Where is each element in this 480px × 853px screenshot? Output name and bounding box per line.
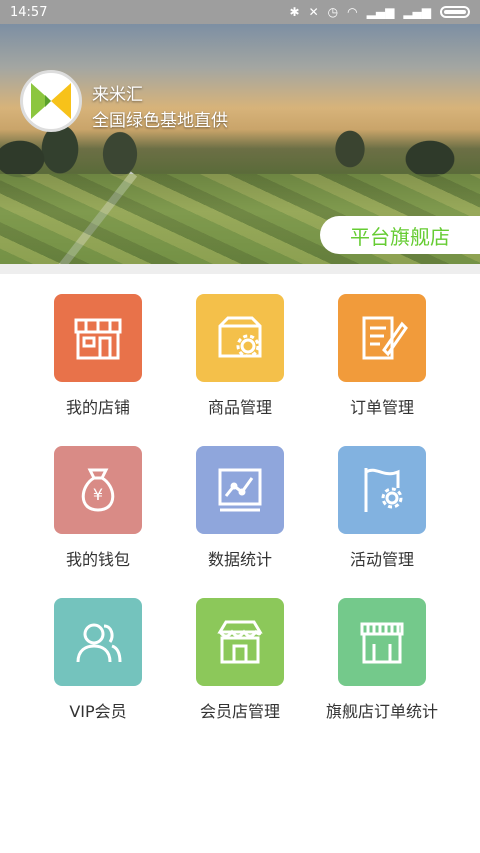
bluetooth-icon: ✱ <box>289 5 300 19</box>
menu-item-member-store-management[interactable]: 会员店管理 <box>165 598 315 722</box>
menu-item-label: 商品管理 <box>207 398 272 417</box>
brand-name: 来米汇 <box>92 85 143 105</box>
status-time: 14:57 <box>10 4 48 20</box>
alarm-icon: ◷ <box>327 5 339 19</box>
wifi-icon: ◠ <box>347 5 358 19</box>
product-settings-icon <box>196 294 284 382</box>
storefront-icon <box>54 294 142 382</box>
section-divider <box>0 264 480 274</box>
money-bag-icon: ¥ <box>54 446 142 534</box>
status-icons: ✱ ✕ ◷ ◠ ▂▄▆ ▂▄▆ <box>290 5 470 19</box>
menu-item-flagship-order-statistics[interactable]: 旗舰店订单统计 <box>307 598 457 722</box>
battery-icon <box>440 6 470 18</box>
menu-item-label: 数据统计 <box>207 550 272 569</box>
line-chart-icon <box>196 446 284 534</box>
brand-logo-icon <box>31 83 71 119</box>
brand-logo[interactable] <box>20 70 82 132</box>
menu-item-data-statistics[interactable]: 数据统计 <box>165 446 315 570</box>
menu-item-label: VIP会员 <box>69 702 127 721</box>
menu-item-label: 我的钱包 <box>65 550 130 569</box>
menu-item-vip-member[interactable]: VIP会员 <box>23 598 173 722</box>
menu-item-label: 旗舰店订单统计 <box>325 702 438 721</box>
mute-icon: ✕ <box>308 5 319 19</box>
menu-item-activity-management[interactable]: 活动管理 <box>307 446 457 570</box>
menu-item-label: 会员店管理 <box>199 702 280 721</box>
header-banner: 来米汇 全国绿色基地直供 平台旗舰店 <box>0 24 480 264</box>
signal-icon: ▂▄▆ <box>366 5 395 19</box>
banner-landscape <box>0 119 480 179</box>
menu-item-label: 活动管理 <box>349 550 414 569</box>
shop-awning-icon <box>338 598 426 686</box>
member-store-icon <box>196 598 284 686</box>
menu-item-label: 订单管理 <box>349 398 414 417</box>
flag-gear-icon <box>338 446 426 534</box>
menu-item-label: 我的店铺 <box>65 398 130 417</box>
status-bar: 14:57 ✱ ✕ ◷ ◠ ▂▄▆ ▂▄▆ <box>0 0 480 24</box>
menu-item-my-wallet[interactable]: ¥ 我的钱包 <box>23 446 173 570</box>
menu-item-order-management[interactable]: 订单管理 <box>307 294 457 418</box>
order-edit-icon <box>338 294 426 382</box>
flagship-store-button[interactable]: 平台旗舰店 <box>320 216 480 254</box>
vip-users-icon <box>54 598 142 686</box>
signal-icon-2: ▂▄▆ <box>403 5 431 19</box>
brand-slogan: 全国绿色基地直供 <box>92 111 228 131</box>
menu-item-my-store[interactable]: 我的店铺 <box>23 294 173 418</box>
svg-text:¥: ¥ <box>93 485 103 504</box>
menu-item-product-management[interactable]: 商品管理 <box>165 294 315 418</box>
